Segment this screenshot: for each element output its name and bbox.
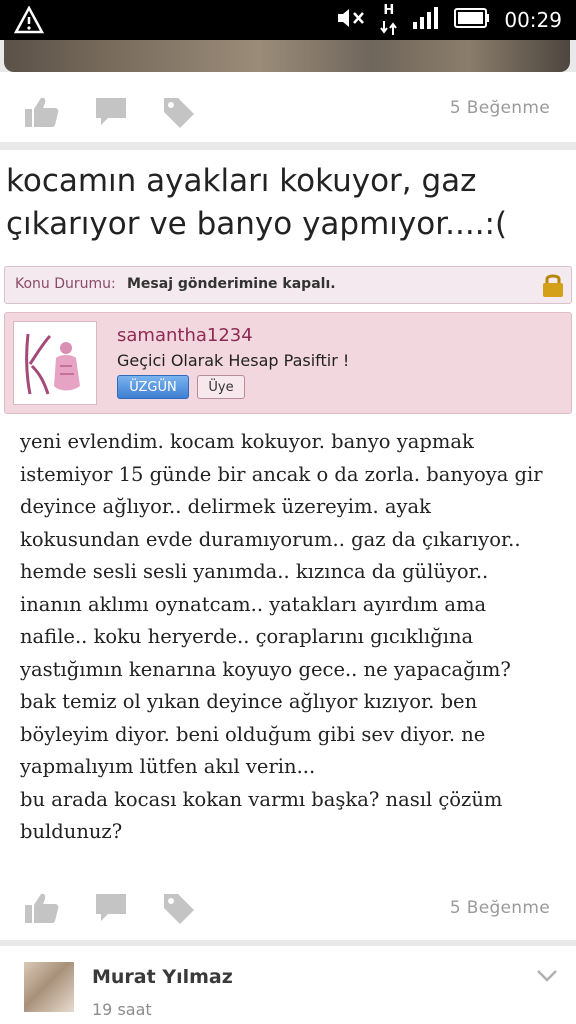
comment-item[interactable]: Murat Yılmaz 19 saat xyxy=(0,946,576,1024)
likes-count[interactable]: 5 Beğenme xyxy=(450,98,550,118)
post-action-bar-top: 5 Beğenme xyxy=(0,72,576,142)
warning-icon xyxy=(13,5,45,38)
topic-status-value: Mesaj gönderimine kapalı. xyxy=(127,276,336,292)
post-title: kocamın ayakları kokuyor, gaz çıkarıyor … xyxy=(6,163,508,242)
avatar[interactable] xyxy=(13,321,97,405)
commenter-avatar[interactable] xyxy=(24,962,74,1012)
mood-badge: ÜZGÜN xyxy=(117,375,189,399)
topic-status-label: Konu Durumu: xyxy=(15,276,116,292)
user-info-box: samantha1234 Geçici Olarak Hesap Pasifti… xyxy=(4,312,572,414)
thumbs-up-icon[interactable] xyxy=(24,96,60,132)
post-body: yeni evlendim. kocam kokuyor. banyo yapm… xyxy=(20,430,543,843)
post-action-bar-bottom: 5 Beğenme xyxy=(0,880,576,940)
tag-icon[interactable] xyxy=(162,892,196,930)
topic-status-box: Konu Durumu: Mesaj gönderimine kapalı. xyxy=(4,266,572,304)
network-type-icon: H xyxy=(380,3,398,37)
tag-icon[interactable] xyxy=(162,96,196,134)
status-bar: H 00:29 xyxy=(0,0,576,40)
battery-icon xyxy=(454,8,490,32)
post-card-divider xyxy=(0,142,576,150)
mute-icon xyxy=(336,6,366,34)
member-badge: Üye xyxy=(197,375,245,399)
commenter-name[interactable]: Murat Yılmaz xyxy=(92,966,233,988)
likes-count[interactable]: 5 Beğenme xyxy=(450,898,550,918)
comment-icon[interactable] xyxy=(94,96,128,132)
user-status: Geçici Olarak Hesap Pasiftir ! xyxy=(117,351,350,370)
thumbs-up-icon[interactable] xyxy=(24,892,60,928)
chevron-down-icon[interactable] xyxy=(536,968,558,987)
network-type-label: H xyxy=(383,3,395,18)
lock-icon xyxy=(541,272,565,302)
comment-time: 19 saat xyxy=(92,1000,152,1019)
signal-icon xyxy=(412,6,440,34)
comment-icon[interactable] xyxy=(94,892,128,928)
post-image[interactable] xyxy=(4,40,570,72)
user-avatar-logo-icon xyxy=(25,333,80,395)
username-link[interactable]: samantha1234 xyxy=(117,325,253,346)
clock: 00:29 xyxy=(504,8,562,32)
